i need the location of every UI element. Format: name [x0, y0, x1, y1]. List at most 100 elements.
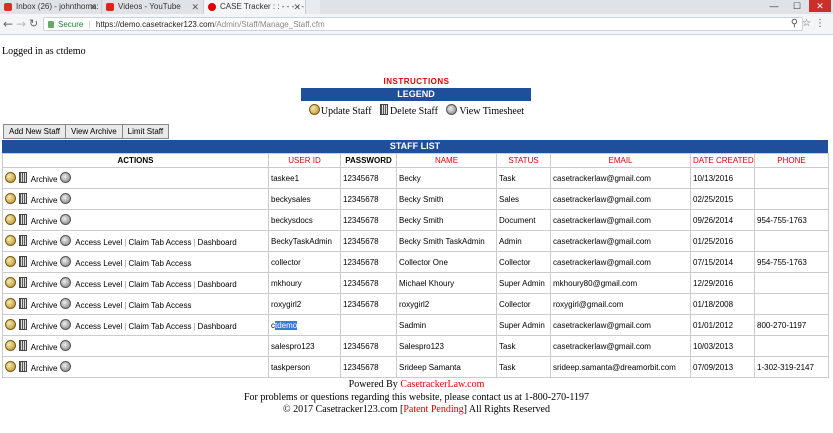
- menu-icon[interactable]: ⋮: [815, 18, 829, 29]
- trash-icon[interactable]: [19, 214, 27, 225]
- close-icon[interactable]: ✕: [89, 0, 97, 14]
- phone-cell: [754, 272, 829, 294]
- update-icon[interactable]: [5, 361, 16, 372]
- col-user-id[interactable]: USER ID: [268, 153, 341, 168]
- password-cell: 12345678: [340, 356, 397, 378]
- col-date-created[interactable]: DATE CREATED: [690, 153, 755, 168]
- minimize-button[interactable]: —: [763, 0, 785, 12]
- forward-arrow-icon[interactable]: →: [16, 17, 26, 31]
- timesheet-icon[interactable]: [60, 298, 72, 309]
- timesheet-icon[interactable]: [60, 256, 72, 267]
- email-link[interactable]: srideep.samanta@dreamorbit.com: [550, 356, 691, 378]
- close-icon[interactable]: ✕: [293, 0, 301, 14]
- archive-link[interactable]: Archive: [31, 175, 58, 184]
- close-icon[interactable]: ✕: [191, 0, 199, 14]
- update-icon[interactable]: [5, 256, 16, 267]
- name-cell: Becky: [396, 167, 497, 189]
- update-icon[interactable]: [5, 214, 16, 225]
- trash-icon[interactable]: [19, 340, 27, 351]
- add-new-staff-button[interactable]: Add New Staff: [4, 125, 66, 138]
- timesheet-icon[interactable]: [60, 193, 72, 204]
- date-cell: 01/01/2012: [690, 314, 755, 336]
- archive-link[interactable]: Archive: [31, 259, 58, 268]
- access-level-link[interactable]: Access Level: [75, 238, 122, 247]
- view-archive-button[interactable]: View Archive: [66, 125, 123, 138]
- trash-icon[interactable]: [19, 193, 27, 204]
- claim-tab-access-link[interactable]: Claim Tab Access: [128, 301, 191, 310]
- trash-icon[interactable]: [19, 298, 27, 309]
- claim-tab-access-link[interactable]: Claim Tab Access: [128, 322, 191, 331]
- access-level-link[interactable]: Access Level: [75, 280, 122, 289]
- trash-icon[interactable]: [19, 235, 27, 246]
- claim-tab-access-link[interactable]: Claim Tab Access: [128, 280, 191, 289]
- update-icon[interactable]: [5, 193, 16, 204]
- trash-icon[interactable]: [19, 277, 27, 288]
- reload-icon[interactable]: ↻: [29, 17, 38, 30]
- timesheet-icon[interactable]: [60, 214, 72, 225]
- trash-icon[interactable]: [19, 256, 27, 267]
- zoom-icon[interactable]: ⚲: [791, 18, 802, 29]
- url-input[interactable]: Secure | https://demo.casetracker123.com…: [43, 17, 803, 31]
- email-link[interactable]: roxygirl@gmail.com: [550, 293, 691, 315]
- archive-link[interactable]: Archive: [31, 196, 58, 205]
- phone-cell: 954-755-1763: [754, 251, 829, 273]
- email-link[interactable]: casetrackerlaw@gmail.com: [550, 188, 691, 210]
- col-phone[interactable]: PHONE: [754, 153, 829, 168]
- email-link[interactable]: casetrackerlaw@gmail.com: [550, 335, 691, 357]
- dashboard-link[interactable]: Dashboard: [198, 280, 237, 289]
- limit-staff-button[interactable]: Limit Staff: [123, 125, 168, 138]
- email-link[interactable]: casetrackerlaw@gmail.com: [550, 230, 691, 252]
- maximize-button[interactable]: ☐: [786, 0, 808, 12]
- col-name[interactable]: NAME: [396, 153, 497, 168]
- archive-link[interactable]: Archive: [31, 217, 58, 226]
- name-cell: Srideep Samanta: [396, 356, 497, 378]
- archive-link[interactable]: Archive: [31, 364, 58, 373]
- timesheet-icon[interactable]: [60, 361, 72, 372]
- claim-tab-access-link[interactable]: Claim Tab Access: [128, 238, 191, 247]
- back-arrow-icon[interactable]: ←: [3, 17, 13, 31]
- update-icon[interactable]: [5, 277, 16, 288]
- email-link[interactable]: casetrackerlaw@gmail.com: [550, 209, 691, 231]
- tab-youtube[interactable]: Videos - YouTube ✕: [102, 0, 204, 14]
- claim-tab-access-link[interactable]: Claim Tab Access: [128, 259, 191, 268]
- date-cell: 01/18/2008: [690, 293, 755, 315]
- archive-link[interactable]: Archive: [31, 238, 58, 247]
- timesheet-icon[interactable]: [60, 340, 72, 351]
- col-email[interactable]: EMAIL: [550, 153, 691, 168]
- password-cell: 12345678: [340, 335, 397, 357]
- dashboard-link[interactable]: Dashboard: [198, 322, 237, 331]
- access-level-link[interactable]: Access Level: [75, 301, 122, 310]
- trash-icon[interactable]: [19, 361, 27, 372]
- timesheet-icon[interactable]: [60, 235, 72, 246]
- trash-icon[interactable]: [19, 319, 27, 330]
- timesheet-icon[interactable]: [60, 172, 72, 183]
- bookmark-star-icon[interactable]: ☆: [802, 18, 815, 29]
- tab-inbox[interactable]: Inbox (26) - johnthoma: ✕: [0, 0, 102, 14]
- col-status[interactable]: STATUS: [496, 153, 551, 168]
- window-close-button[interactable]: ✕: [809, 0, 831, 12]
- dashboard-link[interactable]: Dashboard: [198, 238, 237, 247]
- powered-by-link[interactable]: CasetrackerLaw.com: [400, 379, 484, 390]
- archive-link[interactable]: Archive: [31, 301, 58, 310]
- update-icon[interactable]: [5, 298, 16, 309]
- update-icon[interactable]: [5, 172, 16, 183]
- patent-pending-link[interactable]: Patent Pending: [403, 404, 463, 415]
- email-link[interactable]: casetrackerlaw@gmail.com: [550, 251, 691, 273]
- instructions-link[interactable]: INSTRUCTIONS: [0, 77, 833, 86]
- timesheet-icon[interactable]: [60, 319, 72, 330]
- email-link[interactable]: mkhoury80@gmail.com: [550, 272, 691, 294]
- access-level-link[interactable]: Access Level: [75, 322, 122, 331]
- tab-casetracker[interactable]: CASE Tracker : : - - - - - - - ✕: [204, 0, 306, 14]
- email-link[interactable]: casetrackerlaw@gmail.com: [550, 167, 691, 189]
- update-icon[interactable]: [5, 340, 16, 351]
- archive-link[interactable]: Archive: [31, 322, 58, 331]
- new-tab-button[interactable]: [306, 0, 320, 14]
- access-level-link[interactable]: Access Level: [75, 259, 122, 268]
- trash-icon[interactable]: [19, 172, 27, 183]
- update-icon[interactable]: [5, 319, 16, 330]
- email-link[interactable]: casetrackerlaw@gmail.com: [550, 314, 691, 336]
- archive-link[interactable]: Archive: [31, 280, 58, 289]
- archive-link[interactable]: Archive: [31, 343, 58, 352]
- update-icon[interactable]: [5, 235, 16, 246]
- timesheet-icon[interactable]: [60, 277, 72, 288]
